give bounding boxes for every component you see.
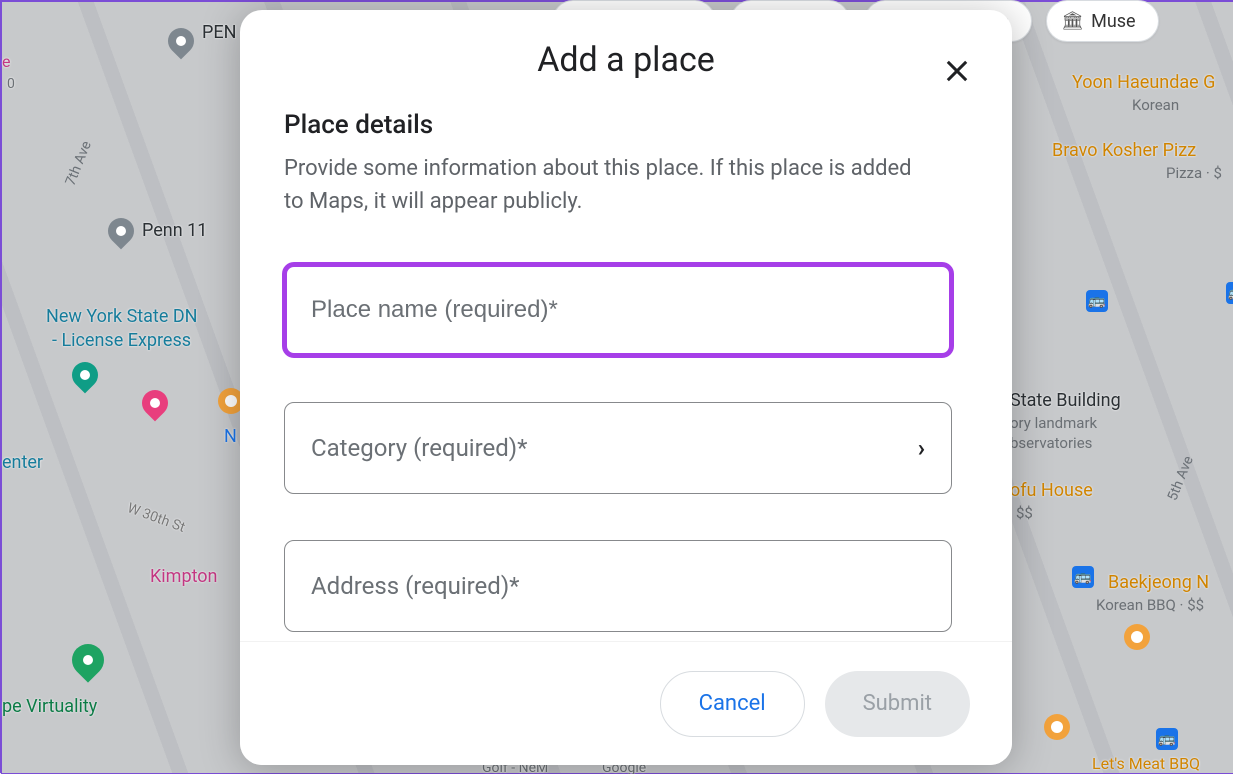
- section-title: Place details: [284, 110, 968, 140]
- modal-footer: Cancel Submit: [240, 641, 1012, 765]
- label-tofu-2: $$: [1016, 504, 1033, 522]
- map-pin-baek[interactable]: [1124, 624, 1150, 650]
- transit-icon-2[interactable]: 🚌: [1226, 282, 1233, 304]
- chip-label: Muse: [1091, 11, 1135, 32]
- cancel-button[interactable]: Cancel: [660, 671, 805, 737]
- modal-title-text: Add a place: [537, 40, 715, 80]
- place-name-field[interactable]: [284, 264, 952, 356]
- category-placeholder: Category (required)*: [311, 434, 528, 462]
- map-pin-orange-br[interactable]: [1044, 714, 1070, 740]
- add-place-modal: Add a place Place details Provide some i…: [240, 10, 1012, 765]
- place-name-input[interactable]: [311, 296, 925, 324]
- label-pen: PEN: [202, 22, 236, 43]
- label-kosher-1: Bravo Kosher Pizz: [1052, 140, 1196, 161]
- label-esb-1: State Building: [1010, 390, 1121, 411]
- label-dmv-2: - License Express: [52, 330, 191, 351]
- label-baek-1: Baekjeong N: [1108, 572, 1209, 593]
- label-esb-2: ory landmark: [1010, 414, 1097, 432]
- submit-button[interactable]: Submit: [825, 671, 970, 737]
- close-icon[interactable]: [942, 56, 972, 86]
- chip-museums[interactable]: 🏛 Muse: [1046, 0, 1158, 42]
- transit-icon-3[interactable]: 🚌: [1072, 566, 1094, 588]
- label-dmv-1: New York State DN: [46, 306, 198, 327]
- address-field[interactable]: Address (required)*: [284, 540, 952, 632]
- modal-scroll-body[interactable]: Place details Provide some information a…: [240, 100, 1012, 641]
- label-yoon-2: Korean: [1132, 96, 1179, 114]
- label-kosher-2: Pizza · $: [1166, 164, 1222, 182]
- label-zero: 0: [7, 76, 15, 92]
- label-kimpton: Kimpton: [150, 566, 217, 587]
- submit-button-label: Submit: [863, 691, 932, 716]
- label-yoon-1: Yoon Haeundae G: [1072, 72, 1215, 93]
- label-enter: enter: [2, 452, 43, 473]
- label-lets: Let's Meat BBQ: [1092, 754, 1200, 773]
- cancel-button-label: Cancel: [699, 691, 766, 716]
- label-tofu-1: ofu House: [1010, 480, 1093, 501]
- address-placeholder: Address (required)*: [311, 572, 520, 600]
- label-baek-2: Korean BBQ · $$: [1096, 596, 1204, 614]
- modal-header: Add a place: [240, 10, 1012, 100]
- label-e: e: [2, 52, 10, 71]
- transit-icon-4[interactable]: 🚌: [1156, 728, 1178, 750]
- chevron-right-icon: ›: [918, 434, 925, 462]
- museum-icon: 🏛: [1061, 11, 1084, 32]
- label-penn11: Penn 11: [142, 220, 207, 241]
- label-esb-3: bservatories: [1010, 434, 1092, 452]
- label-virtuality: pe Virtuality: [2, 696, 97, 717]
- label-n: N: [224, 426, 237, 447]
- section-description: Provide some information about this plac…: [284, 152, 924, 218]
- category-field[interactable]: Category (required)* ›: [284, 402, 952, 494]
- transit-icon-1[interactable]: 🚌: [1086, 290, 1108, 312]
